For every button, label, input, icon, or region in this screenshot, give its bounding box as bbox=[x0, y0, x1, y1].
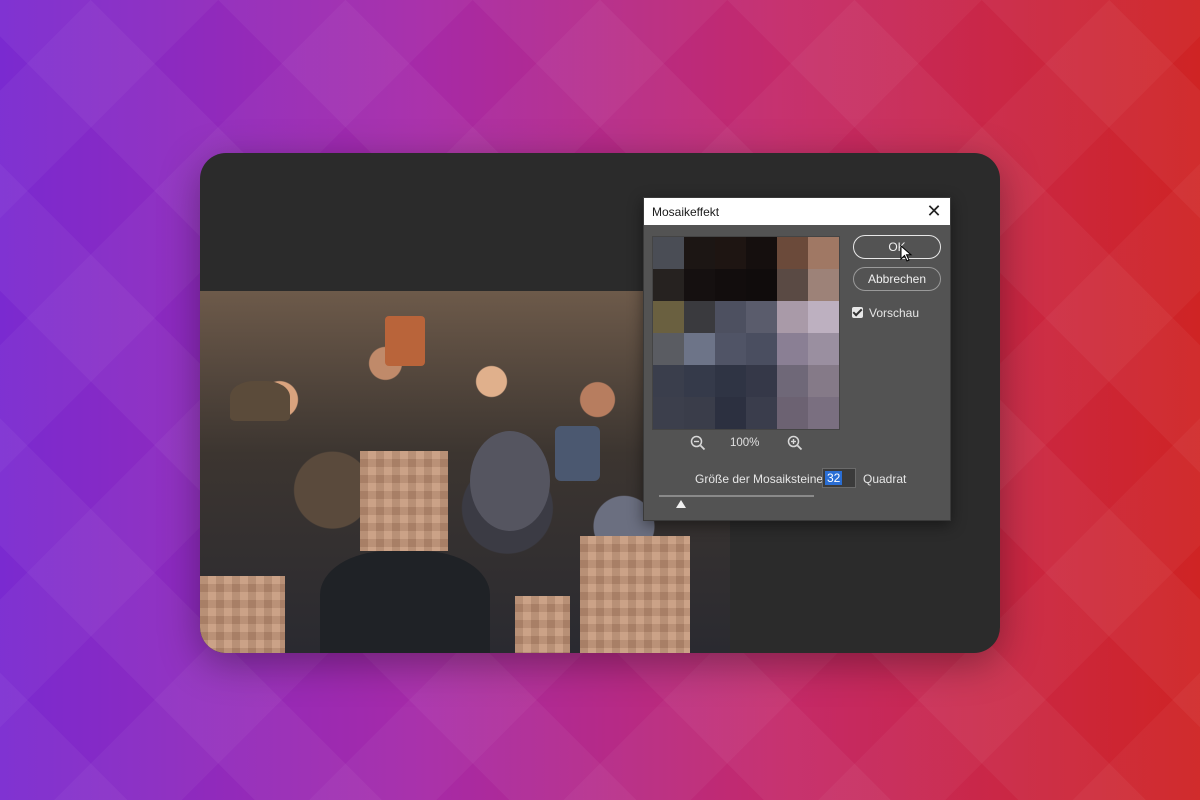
preview-mosaic-cell bbox=[777, 301, 808, 333]
preview-mosaic-cell bbox=[653, 397, 684, 429]
hooded-person bbox=[470, 431, 550, 531]
preview-mosaic-cell bbox=[715, 333, 746, 365]
preview-mosaic-cell bbox=[684, 333, 715, 365]
mouse-cursor-icon bbox=[900, 245, 913, 262]
hat-shape bbox=[230, 381, 290, 421]
cell-size-value: 32 bbox=[825, 471, 843, 485]
preview-mosaic-cell bbox=[746, 397, 777, 429]
preview-mosaic-cell bbox=[808, 301, 839, 333]
preview-mosaic-cell bbox=[715, 397, 746, 429]
pixelated-face bbox=[200, 576, 285, 653]
phone-shape-2 bbox=[555, 426, 600, 481]
preview-mosaic-cell bbox=[777, 269, 808, 301]
preview-mosaic-cell bbox=[715, 365, 746, 397]
cell-size-slider-thumb[interactable] bbox=[675, 500, 686, 508]
zoom-out-icon[interactable] bbox=[690, 435, 706, 451]
filter-preview[interactable] bbox=[652, 236, 840, 430]
cell-size-unit: Quadrat bbox=[863, 472, 907, 486]
pixelated-face bbox=[360, 451, 448, 551]
preview-checkbox-label: Vorschau bbox=[869, 306, 920, 320]
preview-mosaic-cell bbox=[684, 301, 715, 333]
preview-mosaic-cell bbox=[746, 333, 777, 365]
zoom-level: 100% bbox=[730, 437, 760, 449]
preview-mosaic-cell bbox=[684, 269, 715, 301]
zoom-in-icon[interactable] bbox=[787, 435, 803, 451]
preview-mosaic-cell bbox=[808, 365, 839, 397]
preview-mosaic-cell bbox=[746, 269, 777, 301]
close-icon[interactable]: ✕ bbox=[924, 201, 944, 221]
preview-mosaic-cell bbox=[684, 397, 715, 429]
preview-mosaic-cell bbox=[808, 269, 839, 301]
dialog-titlebar: Mosaikeffekt ✕ bbox=[644, 198, 950, 225]
cancel-button[interactable]: Abbrechen bbox=[853, 267, 941, 291]
preview-mosaic-cell bbox=[777, 365, 808, 397]
preview-mosaic-cell bbox=[746, 237, 777, 269]
preview-mosaic-cell bbox=[777, 237, 808, 269]
preview-mosaic-cell bbox=[715, 237, 746, 269]
dialog-title: Mosaikeffekt bbox=[652, 205, 720, 219]
preview-mosaic-cell bbox=[653, 301, 684, 333]
ok-button[interactable]: OK bbox=[853, 235, 941, 259]
preview-checkbox[interactable] bbox=[852, 307, 863, 318]
preview-mosaic-cell bbox=[653, 237, 684, 269]
preview-mosaic-cell bbox=[684, 365, 715, 397]
photoshop-window: Mosaikeffekt ✕ 100% OK Abbrechen Vorscha… bbox=[200, 153, 1000, 653]
preview-mosaic-cell bbox=[715, 269, 746, 301]
pixelated-face bbox=[580, 536, 690, 653]
cell-size-label: Größe der Mosaiksteine: bbox=[695, 472, 827, 486]
preview-mosaic-cell bbox=[808, 397, 839, 429]
cell-size-input[interactable]: 32 bbox=[822, 468, 856, 488]
preview-mosaic-cell bbox=[715, 301, 746, 333]
preview-mosaic-cell bbox=[653, 269, 684, 301]
pixelated-face bbox=[515, 596, 570, 653]
preview-mosaic-cell bbox=[653, 333, 684, 365]
preview-mosaic-cell bbox=[808, 333, 839, 365]
jacket-shape bbox=[320, 551, 490, 653]
preview-mosaic-cell bbox=[746, 301, 777, 333]
mosaic-dialog: Mosaikeffekt ✕ 100% OK Abbrechen Vorscha… bbox=[643, 197, 951, 521]
phone-shape bbox=[385, 316, 425, 366]
preview-mosaic-cell bbox=[684, 237, 715, 269]
preview-mosaic-cell bbox=[746, 365, 777, 397]
preview-mosaic-cell bbox=[777, 333, 808, 365]
preview-mosaic-cell bbox=[808, 237, 839, 269]
preview-mosaic-cell bbox=[777, 397, 808, 429]
preview-mosaic-cell bbox=[653, 365, 684, 397]
cell-size-slider-track[interactable] bbox=[659, 495, 814, 497]
